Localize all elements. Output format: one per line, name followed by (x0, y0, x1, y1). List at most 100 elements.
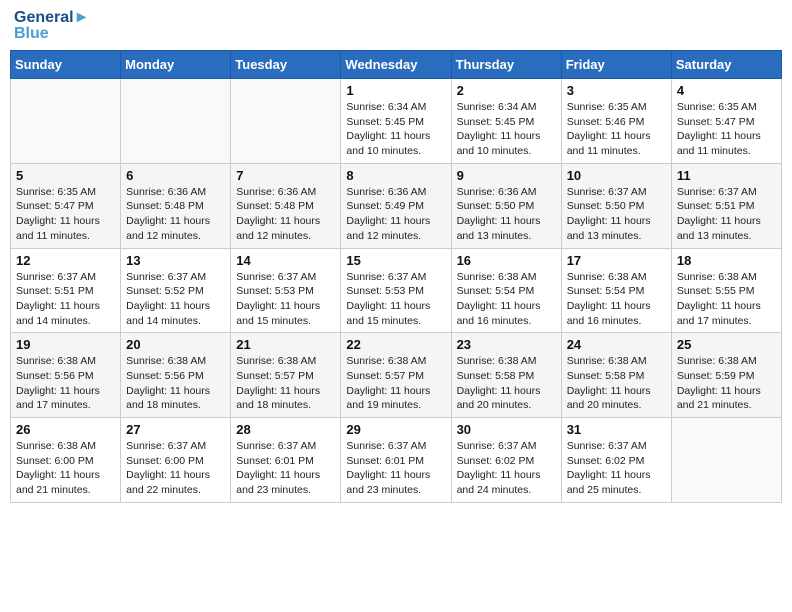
day-info: Sunrise: 6:35 AM Sunset: 5:47 PM Dayligh… (677, 100, 776, 159)
day-number: 22 (346, 337, 445, 352)
day-info: Sunrise: 6:38 AM Sunset: 5:54 PM Dayligh… (567, 270, 666, 329)
day-info: Sunrise: 6:38 AM Sunset: 5:54 PM Dayligh… (457, 270, 556, 329)
day-info: Sunrise: 6:38 AM Sunset: 6:00 PM Dayligh… (16, 439, 115, 498)
day-cell: 23 Sunrise: 6:38 AM Sunset: 5:58 PM Dayli… (451, 333, 561, 418)
day-info: Sunrise: 6:37 AM Sunset: 5:51 PM Dayligh… (677, 185, 776, 244)
day-number: 9 (457, 168, 556, 183)
day-cell: 15 Sunrise: 6:37 AM Sunset: 5:53 PM Dayli… (341, 248, 451, 333)
day-number: 25 (677, 337, 776, 352)
day-number: 16 (457, 253, 556, 268)
day-cell: 31Sunrise: 6:37 AM Sunset: 6:02 PM Dayli… (561, 418, 671, 503)
day-cell: 26 Sunrise: 6:38 AM Sunset: 6:00 PM Dayli… (11, 418, 121, 503)
week-row-1: 1 Sunrise: 6:34 AM Sunset: 5:45 PM Daylig… (11, 79, 782, 164)
week-row-2: 5Sunrise: 6:35 AM Sunset: 5:47 PM Daylig… (11, 163, 782, 248)
day-info: Sunrise: 6:37 AM Sunset: 6:01 PM Dayligh… (346, 439, 445, 498)
day-cell: 9 Sunrise: 6:36 AM Sunset: 5:50 PM Daylig… (451, 163, 561, 248)
day-cell: 13 Sunrise: 6:37 AM Sunset: 5:52 PM Dayli… (121, 248, 231, 333)
day-number: 15 (346, 253, 445, 268)
day-cell (231, 79, 341, 164)
header-wednesday: Wednesday (341, 51, 451, 79)
day-number: 20 (126, 337, 225, 352)
day-cell: 25 Sunrise: 6:38 AM Sunset: 5:59 PM Dayli… (671, 333, 781, 418)
day-info: Sunrise: 6:36 AM Sunset: 5:49 PM Dayligh… (346, 185, 445, 244)
day-number: 3 (567, 83, 666, 98)
day-number: 2 (457, 83, 556, 98)
header-friday: Friday (561, 51, 671, 79)
day-cell: 14 Sunrise: 6:37 AM Sunset: 5:53 PM Dayli… (231, 248, 341, 333)
logo: General► Blue (14, 10, 89, 42)
header-row: SundayMondayTuesdayWednesdayThursdayFrid… (11, 51, 782, 79)
day-cell: 6Sunrise: 6:36 AM Sunset: 5:48 PM Daylig… (121, 163, 231, 248)
day-info: Sunrise: 6:37 AM Sunset: 5:53 PM Dayligh… (236, 270, 335, 329)
day-number: 19 (16, 337, 115, 352)
header-saturday: Saturday (671, 51, 781, 79)
day-number: 21 (236, 337, 335, 352)
day-number: 24 (567, 337, 666, 352)
day-cell (11, 79, 121, 164)
day-cell (121, 79, 231, 164)
day-number: 28 (236, 422, 335, 437)
day-info: Sunrise: 6:34 AM Sunset: 5:45 PM Dayligh… (457, 100, 556, 159)
day-cell: 20 Sunrise: 6:38 AM Sunset: 5:56 PM Dayli… (121, 333, 231, 418)
day-info: Sunrise: 6:37 AM Sunset: 6:00 PM Dayligh… (126, 439, 225, 498)
day-info: Sunrise: 6:35 AM Sunset: 5:46 PM Dayligh… (567, 100, 666, 159)
day-cell: 12 Sunrise: 6:37 AM Sunset: 5:51 PM Dayli… (11, 248, 121, 333)
week-row-3: 12 Sunrise: 6:37 AM Sunset: 5:51 PM Dayli… (11, 248, 782, 333)
day-cell: 21 Sunrise: 6:38 AM Sunset: 5:57 PM Dayli… (231, 333, 341, 418)
day-number: 10 (567, 168, 666, 183)
day-cell: 18Sunrise: 6:38 AM Sunset: 5:55 PM Dayli… (671, 248, 781, 333)
header-monday: Monday (121, 51, 231, 79)
day-info: Sunrise: 6:38 AM Sunset: 5:58 PM Dayligh… (457, 354, 556, 413)
day-cell: 11 Sunrise: 6:37 AM Sunset: 5:51 PM Dayli… (671, 163, 781, 248)
day-info: Sunrise: 6:38 AM Sunset: 5:57 PM Dayligh… (236, 354, 335, 413)
day-number: 26 (16, 422, 115, 437)
day-cell: 16 Sunrise: 6:38 AM Sunset: 5:54 PM Dayli… (451, 248, 561, 333)
day-number: 8 (346, 168, 445, 183)
week-row-4: 19 Sunrise: 6:38 AM Sunset: 5:56 PM Dayli… (11, 333, 782, 418)
day-number: 11 (677, 168, 776, 183)
day-info: Sunrise: 6:37 AM Sunset: 6:01 PM Dayligh… (236, 439, 335, 498)
header-thursday: Thursday (451, 51, 561, 79)
day-info: Sunrise: 6:38 AM Sunset: 5:56 PM Dayligh… (16, 354, 115, 413)
day-cell: 2 Sunrise: 6:34 AM Sunset: 5:45 PM Daylig… (451, 79, 561, 164)
day-info: Sunrise: 6:37 AM Sunset: 6:02 PM Dayligh… (567, 439, 666, 498)
page-header: General► Blue (10, 10, 782, 42)
day-cell: 17 Sunrise: 6:38 AM Sunset: 5:54 PM Dayli… (561, 248, 671, 333)
day-cell (671, 418, 781, 503)
day-info: Sunrise: 6:37 AM Sunset: 5:50 PM Dayligh… (567, 185, 666, 244)
day-cell: 3 Sunrise: 6:35 AM Sunset: 5:46 PM Daylig… (561, 79, 671, 164)
day-info: Sunrise: 6:38 AM Sunset: 5:55 PM Dayligh… (677, 270, 776, 329)
day-number: 5 (16, 168, 115, 183)
day-cell: 30 Sunrise: 6:37 AM Sunset: 6:02 PM Dayli… (451, 418, 561, 503)
day-number: 29 (346, 422, 445, 437)
day-info: Sunrise: 6:36 AM Sunset: 5:50 PM Dayligh… (457, 185, 556, 244)
day-cell: 5Sunrise: 6:35 AM Sunset: 5:47 PM Daylig… (11, 163, 121, 248)
day-number: 14 (236, 253, 335, 268)
day-info: Sunrise: 6:37 AM Sunset: 5:51 PM Dayligh… (16, 270, 115, 329)
day-number: 30 (457, 422, 556, 437)
day-cell: 24Sunrise: 6:38 AM Sunset: 5:58 PM Dayli… (561, 333, 671, 418)
day-cell: 10 Sunrise: 6:37 AM Sunset: 5:50 PM Dayli… (561, 163, 671, 248)
day-number: 1 (346, 83, 445, 98)
week-row-5: 26 Sunrise: 6:38 AM Sunset: 6:00 PM Dayli… (11, 418, 782, 503)
day-info: Sunrise: 6:37 AM Sunset: 5:52 PM Dayligh… (126, 270, 225, 329)
day-number: 13 (126, 253, 225, 268)
day-number: 27 (126, 422, 225, 437)
day-cell: 19 Sunrise: 6:38 AM Sunset: 5:56 PM Dayli… (11, 333, 121, 418)
day-cell: 29 Sunrise: 6:37 AM Sunset: 6:01 PM Dayli… (341, 418, 451, 503)
day-info: Sunrise: 6:34 AM Sunset: 5:45 PM Dayligh… (346, 100, 445, 159)
day-info: Sunrise: 6:38 AM Sunset: 5:56 PM Dayligh… (126, 354, 225, 413)
day-number: 23 (457, 337, 556, 352)
day-info: Sunrise: 6:38 AM Sunset: 5:59 PM Dayligh… (677, 354, 776, 413)
day-cell: 1 Sunrise: 6:34 AM Sunset: 5:45 PM Daylig… (341, 79, 451, 164)
day-info: Sunrise: 6:38 AM Sunset: 5:57 PM Dayligh… (346, 354, 445, 413)
day-number: 4 (677, 83, 776, 98)
day-cell: 7Sunrise: 6:36 AM Sunset: 5:48 PM Daylig… (231, 163, 341, 248)
calendar: SundayMondayTuesdayWednesdayThursdayFrid… (10, 50, 782, 503)
day-number: 12 (16, 253, 115, 268)
day-cell: 4 Sunrise: 6:35 AM Sunset: 5:47 PM Daylig… (671, 79, 781, 164)
day-info: Sunrise: 6:37 AM Sunset: 6:02 PM Dayligh… (457, 439, 556, 498)
day-info: Sunrise: 6:36 AM Sunset: 5:48 PM Dayligh… (236, 185, 335, 244)
day-number: 17 (567, 253, 666, 268)
day-info: Sunrise: 6:37 AM Sunset: 5:53 PM Dayligh… (346, 270, 445, 329)
